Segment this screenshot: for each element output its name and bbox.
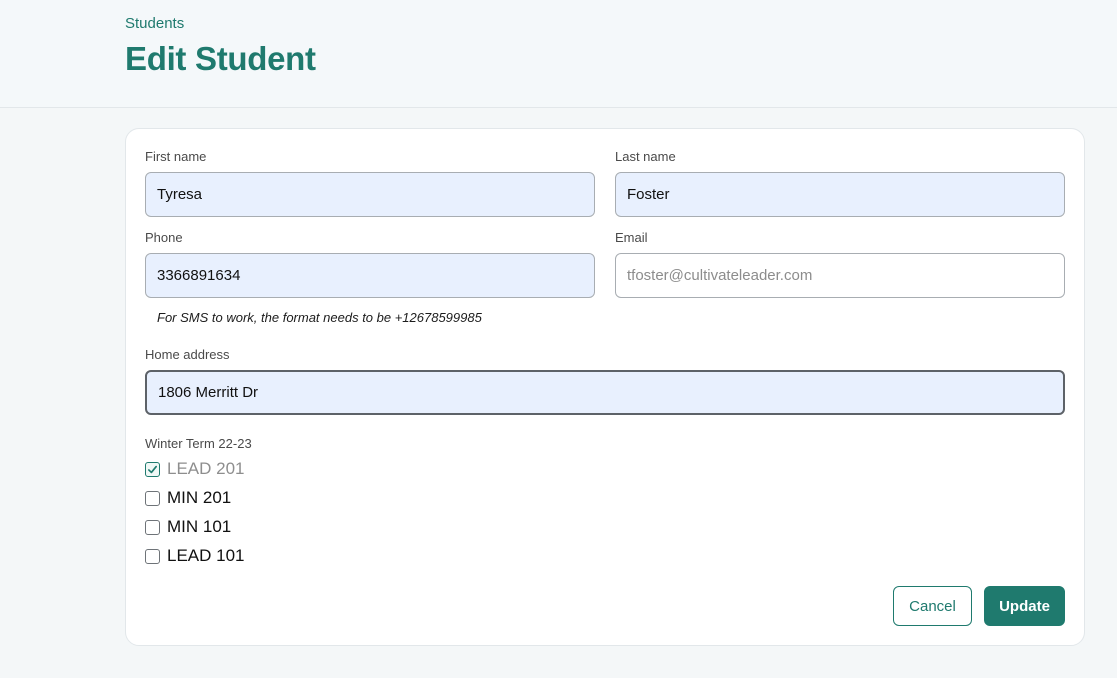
first-name-input[interactable] <box>145 172 595 217</box>
phone-input[interactable] <box>145 253 595 298</box>
course-option-lead-101[interactable]: LEAD 101 <box>145 545 245 567</box>
email-label: Email <box>615 230 648 245</box>
breadcrumb-students[interactable]: Students <box>125 15 184 32</box>
edit-student-form: First name Last name Phone Email For SMS… <box>125 128 1085 646</box>
course-label: MIN 201 <box>167 488 232 507</box>
home-address-input[interactable] <box>145 370 1065 415</box>
last-name-input[interactable] <box>615 172 1065 217</box>
course-option-min-101[interactable]: MIN 101 <box>145 516 231 538</box>
checkbox-unchecked[interactable] <box>145 548 160 564</box>
checkmark-icon <box>148 465 157 473</box>
course-label: MIN 101 <box>167 517 232 536</box>
checkbox-unchecked[interactable] <box>145 490 160 506</box>
course-option-lead-201[interactable]: LEAD 201 <box>145 458 245 480</box>
phone-label: Phone <box>145 230 183 245</box>
home-address-label: Home address <box>145 347 230 362</box>
checkbox-checked[interactable] <box>145 461 160 477</box>
course-label: LEAD 201 <box>167 459 245 478</box>
term-label: Winter Term 22-23 <box>145 436 252 451</box>
update-button[interactable]: Update <box>984 586 1065 626</box>
checkbox-unchecked[interactable] <box>145 519 160 535</box>
first-name-label: First name <box>145 149 207 164</box>
page-title: Edit Student <box>125 40 316 77</box>
page-header: Students Edit Student <box>0 0 1117 108</box>
phone-format-hint: For SMS to work, the format needs to be … <box>157 310 482 325</box>
course-label: LEAD 101 <box>167 546 245 565</box>
course-option-min-201[interactable]: MIN 201 <box>145 487 231 509</box>
cancel-button[interactable]: Cancel <box>893 586 972 626</box>
last-name-label: Last name <box>615 149 676 164</box>
email-input[interactable] <box>615 253 1065 298</box>
